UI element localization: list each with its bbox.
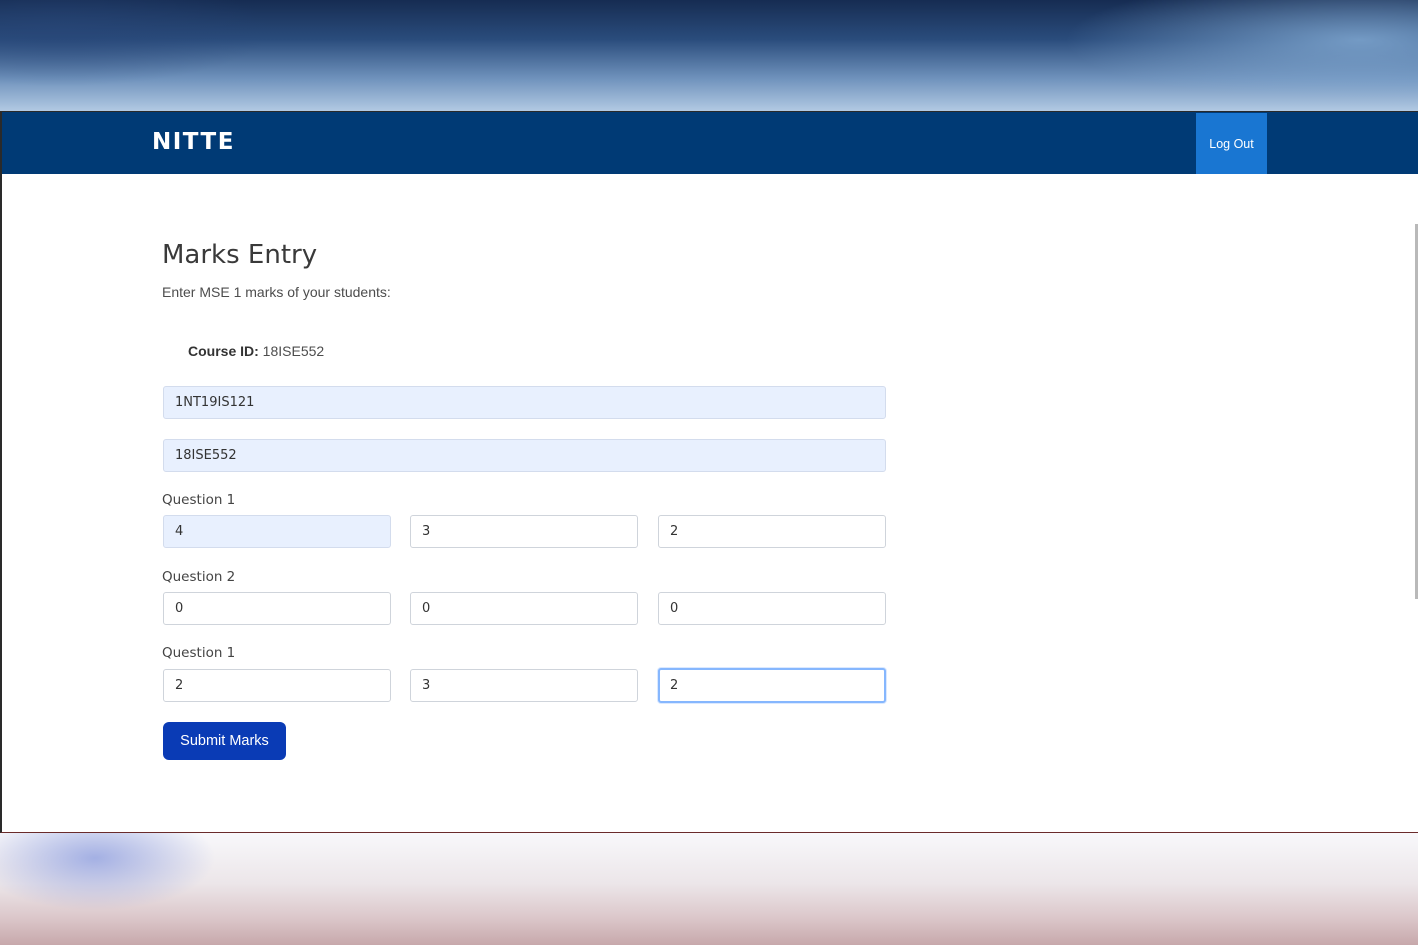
question-label: Question 1: [162, 492, 236, 508]
page-title: Marks Entry: [162, 240, 318, 270]
logout-button[interactable]: Log Out: [1196, 113, 1267, 174]
student-usn-field[interactable]: [163, 386, 886, 419]
brand-logo[interactable]: NITTE: [152, 129, 235, 155]
question-2-part-a-input[interactable]: [163, 592, 391, 625]
question-2-part-c-input[interactable]: [658, 592, 886, 625]
question-1-part-b-input[interactable]: [410, 515, 638, 548]
browser-viewport: NITTE Log Out Marks Entry Enter MSE 1 ma…: [0, 111, 1418, 833]
question-3-part-b-input[interactable]: [410, 669, 638, 702]
navbar: NITTE Log Out: [2, 112, 1418, 174]
course-id-label: Course ID:: [188, 343, 259, 359]
question-3-part-a-input[interactable]: [163, 669, 391, 702]
background-bottom: [0, 833, 1418, 945]
course-code-field[interactable]: [163, 439, 886, 472]
page-subtitle: Enter MSE 1 marks of your students:: [162, 284, 391, 300]
course-id-display: Course ID: 18ISE552: [188, 343, 324, 359]
question-1-part-c-input[interactable]: [658, 515, 886, 548]
question-label: Question 1: [162, 645, 236, 661]
question-2-part-b-input[interactable]: [410, 592, 638, 625]
question-label: Question 2: [162, 569, 236, 585]
course-id-value: 18ISE552: [258, 343, 325, 359]
submit-marks-button[interactable]: Submit Marks: [163, 722, 286, 760]
question-1-part-a-input[interactable]: [163, 515, 391, 548]
question-3-part-c-input[interactable]: [658, 668, 886, 703]
background-top: [0, 0, 1418, 112]
